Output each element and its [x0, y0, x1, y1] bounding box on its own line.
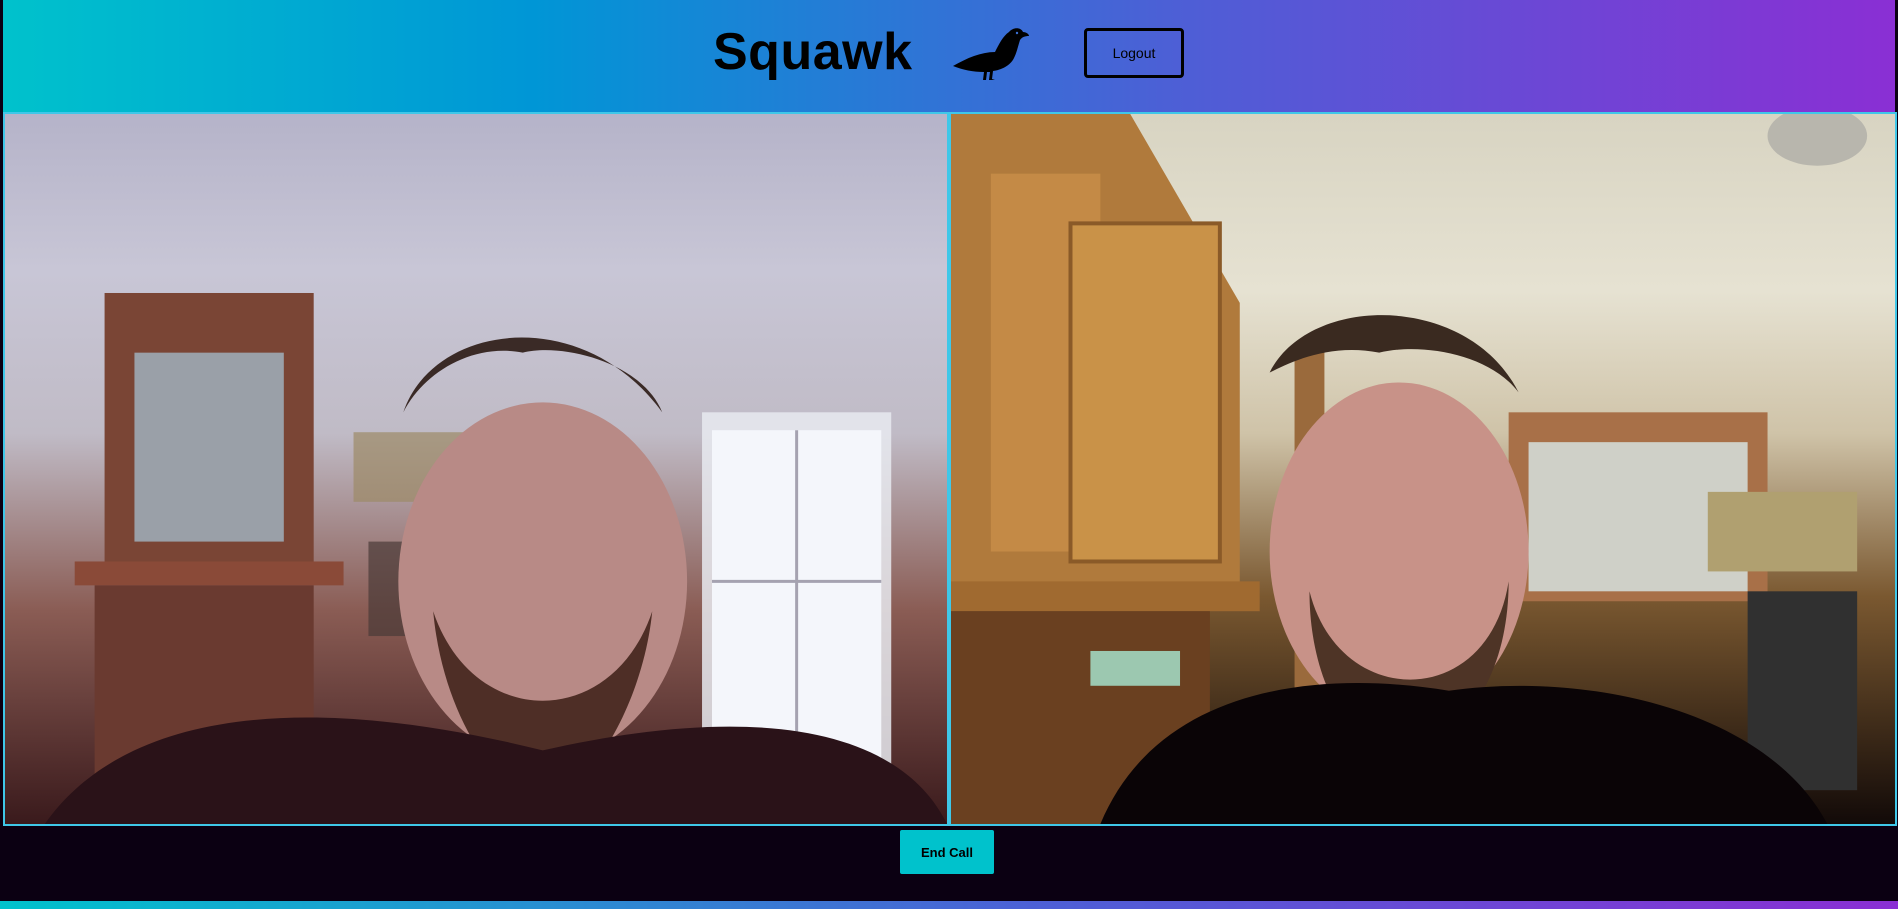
local-video-feed — [951, 114, 1868, 824]
logout-button[interactable]: Logout — [1084, 28, 1184, 78]
footer-gradient-bar — [0, 901, 1898, 909]
remote-video-tile — [3, 112, 949, 826]
seagull-icon — [953, 28, 1029, 80]
local-video-tile — [949, 112, 1897, 826]
app-header: Squawk Logout — [0, 0, 1898, 112]
remote-video-feed — [44, 292, 947, 824]
end-call-button[interactable]: End Call — [900, 830, 994, 874]
brand-title: Squawk — [713, 23, 913, 81]
